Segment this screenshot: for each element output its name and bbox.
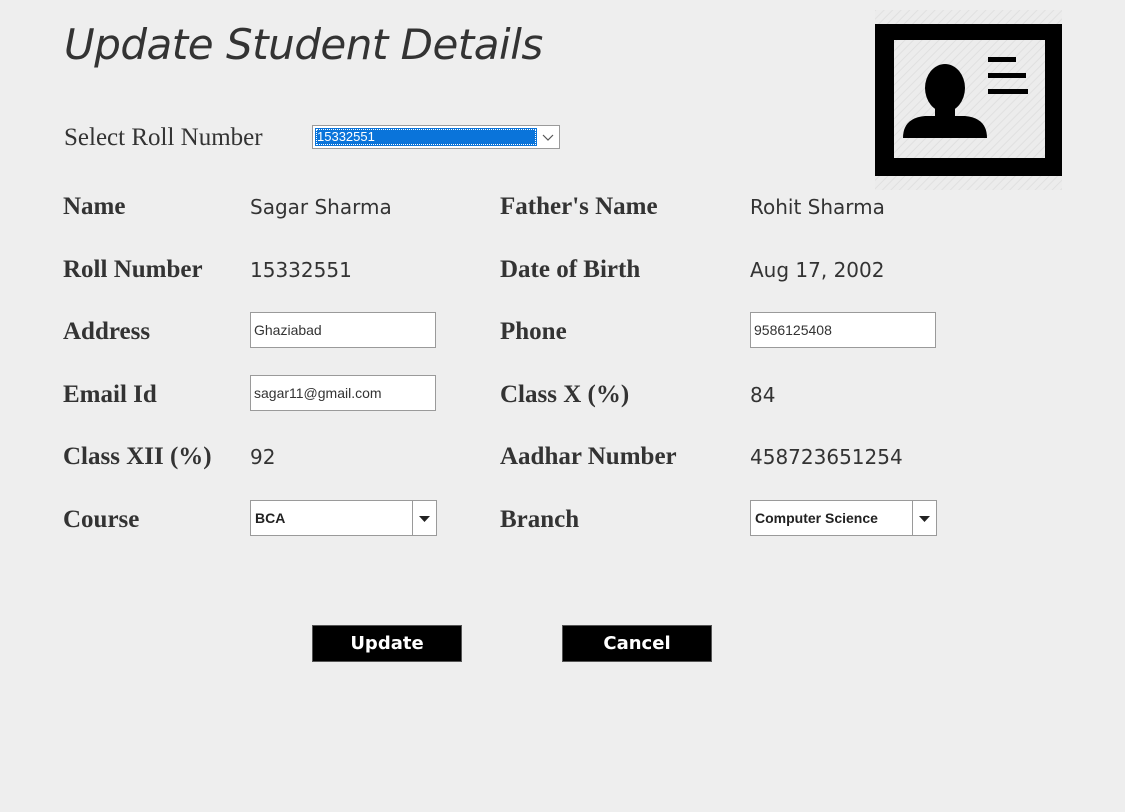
phone-field[interactable] (750, 312, 936, 348)
dob-label: Date of Birth (500, 256, 641, 283)
course-selected-value: BCA (251, 501, 413, 535)
aadhar-value: 458723651254 (750, 445, 903, 469)
roll-number-label: Roll Number (63, 256, 203, 283)
roll-number-select[interactable]: 15332551 (312, 125, 560, 149)
id-card-icon (875, 10, 1062, 190)
class-xii-value: 92 (250, 445, 276, 469)
email-field[interactable] (250, 375, 436, 411)
email-label: Email Id (63, 381, 157, 408)
branch-label: Branch (500, 506, 580, 533)
father-name-value: Rohit Sharma (750, 195, 885, 219)
aadhar-label: Aadhar Number (500, 443, 677, 470)
select-roll-number-label: Select Roll Number (64, 124, 263, 151)
branch-combo[interactable]: Computer Science (750, 500, 937, 536)
roll-number-selected-value: 15332551 (315, 128, 537, 146)
cancel-button[interactable]: Cancel (562, 625, 712, 662)
class-xii-label: Class XII (%) (63, 443, 212, 470)
course-combo[interactable]: BCA (250, 500, 437, 536)
name-value: Sagar Sharma (250, 195, 392, 219)
page-title: Update Student Details (64, 20, 543, 69)
branch-selected-value: Computer Science (751, 501, 913, 535)
class-x-label: Class X (%) (500, 381, 630, 408)
address-label: Address (63, 318, 151, 345)
dob-value: Aug 17, 2002 (750, 258, 885, 282)
address-field[interactable] (250, 312, 436, 348)
roll-number-value: 15332551 (250, 258, 352, 282)
course-label: Course (63, 506, 140, 533)
chevron-down-icon[interactable] (537, 126, 559, 148)
class-x-value: 84 (750, 383, 776, 407)
dropdown-arrow-icon[interactable] (913, 501, 936, 535)
name-label: Name (63, 193, 126, 220)
father-name-label: Father's Name (500, 193, 658, 220)
update-button[interactable]: Update (312, 625, 462, 662)
dropdown-arrow-icon[interactable] (413, 501, 436, 535)
phone-label: Phone (500, 318, 567, 345)
